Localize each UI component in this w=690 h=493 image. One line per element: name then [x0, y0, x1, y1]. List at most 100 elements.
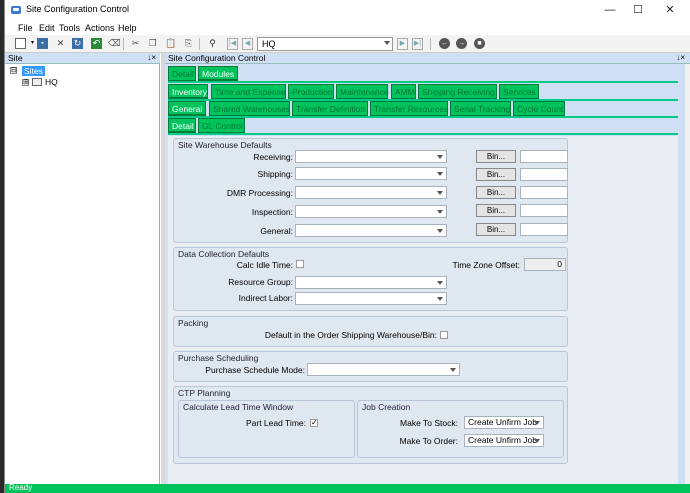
tab-modules[interactable]: Modules	[198, 66, 238, 81]
general-bin-field[interactable]	[520, 223, 568, 236]
shipping-label: Shipping:	[257, 169, 293, 179]
tree-node-sites[interactable]: Sites	[22, 66, 45, 76]
dmr-processing-bin-field[interactable]	[520, 186, 568, 199]
minimize-button[interactable]: —	[595, 0, 625, 21]
tab-production[interactable]: Production	[288, 84, 334, 99]
calc-idle-time-label: Calc Idle Time:	[236, 260, 293, 270]
tab-serial-tracking[interactable]: Serial Tracking	[450, 101, 511, 116]
tab-general[interactable]: General	[168, 101, 206, 116]
tab-shipping-receiving[interactable]: Shipping Receiving	[418, 84, 497, 99]
paste-icon[interactable]: 📋	[165, 38, 176, 49]
resource-group-combo[interactable]	[295, 276, 447, 289]
maximize-button[interactable]: ☐	[623, 0, 653, 21]
save-icon[interactable]: ▪	[37, 38, 48, 49]
refresh-icon[interactable]: ↻	[72, 38, 83, 49]
general-bin-button[interactable]: Bin...	[476, 223, 516, 236]
close-button[interactable]: ✕	[655, 0, 685, 21]
tab-detail[interactable]: Detail	[168, 118, 196, 133]
group-title: Site Warehouse Defaults	[178, 140, 272, 150]
forward-icon[interactable]: →	[456, 38, 467, 49]
tab-detail[interactable]: Detail	[168, 66, 196, 81]
make-to-stock-combo[interactable]: Create Unfirm Job	[464, 416, 544, 429]
shipping-combo[interactable]	[295, 167, 447, 180]
cut-icon[interactable]: ✂	[130, 38, 141, 49]
time-zone-offset-label: Time Zone Offset:	[452, 260, 520, 270]
site-panel-header: Site ↓×	[5, 53, 160, 64]
shipping-bin-field[interactable]	[520, 168, 568, 181]
expand-icon[interactable]: ⊞	[22, 79, 29, 86]
main-panel-title: Site Configuration Control	[168, 53, 266, 63]
group-title: CTP Planning	[178, 388, 231, 398]
previous-record-icon[interactable]: ◀	[242, 38, 253, 50]
dmr-processing-bin-button[interactable]: Bin...	[476, 186, 516, 199]
first-record-icon[interactable]: |◀	[227, 38, 238, 50]
time-zone-offset-field[interactable]: 0	[524, 258, 566, 271]
main-body: Detail Modules Inventory Time and Expens…	[165, 64, 685, 484]
back-icon[interactable]: ←	[439, 38, 450, 49]
copy-icon[interactable]: ❐	[147, 38, 158, 49]
calc-idle-time-checkbox[interactable]	[296, 260, 304, 268]
tab-transfer-resources[interactable]: Transfer Resources	[370, 101, 448, 116]
menu-help[interactable]: Help	[118, 23, 137, 33]
receiving-bin-field[interactable]	[520, 150, 568, 163]
main-panel-header: Site Configuration Control ↓×	[165, 53, 690, 64]
last-record-icon[interactable]: ▶|	[412, 38, 423, 50]
binoculars-icon[interactable]: ⚲	[207, 38, 218, 49]
indirect-labor-combo[interactable]	[295, 292, 447, 305]
app-icon	[11, 6, 21, 14]
site-panel: Site ↓× ⊟ Sites ⊞ HQ	[5, 53, 160, 484]
tab-underline	[168, 133, 678, 135]
receiving-combo[interactable]	[295, 150, 447, 163]
delete-icon[interactable]: ✕	[55, 38, 66, 49]
menu-tools[interactable]: Tools	[59, 23, 80, 33]
record-search-value: HQ	[262, 39, 276, 49]
purchase-scheduling-group: Purchase Scheduling Purchase Schedule Mo…	[173, 351, 568, 382]
general-label: General:	[260, 226, 293, 236]
general-combo[interactable]	[295, 224, 447, 237]
menu-actions[interactable]: Actions	[85, 23, 115, 33]
tab-maintenance[interactable]: Maintenance	[336, 84, 389, 99]
group-title: Packing	[178, 318, 209, 328]
record-search-combo[interactable]: HQ	[257, 37, 393, 51]
tab-services[interactable]: Services	[499, 84, 539, 99]
lead-time-window-group: Calculate Lead Time Window Part Lead Tim…	[178, 400, 355, 458]
receiving-bin-button[interactable]: Bin...	[476, 150, 516, 163]
default-warehouse-bin-checkbox[interactable]	[440, 331, 448, 339]
tab-transfer-definition[interactable]: Transfer Definition	[292, 101, 368, 116]
group-title: Calculate Lead Time Window	[183, 402, 294, 412]
tab-cycle-count[interactable]: Cycle Count	[513, 101, 565, 116]
make-to-order-value: Create Unfirm Job	[468, 435, 537, 445]
tab-shared-warehouses[interactable]: Shared Warehouses	[209, 101, 290, 116]
tree-node-hq[interactable]: HQ	[45, 77, 58, 87]
make-to-stock-label: Make To Stock:	[400, 418, 458, 428]
make-to-order-combo[interactable]: Create Unfirm Job	[464, 434, 544, 447]
collapse-icon[interactable]: ⊟	[10, 67, 17, 74]
pin-icon[interactable]: ↓×	[147, 53, 156, 62]
next-record-icon[interactable]: ▶	[397, 38, 408, 50]
tab-time-and-expense[interactable]: Time and Expense	[211, 84, 286, 99]
stop-icon[interactable]: ■	[474, 38, 485, 49]
menu-file[interactable]: File	[18, 23, 33, 33]
new-icon[interactable]	[15, 38, 26, 49]
toolbar-separator	[123, 38, 124, 50]
part-lead-time-checkbox[interactable]: ✓	[310, 419, 318, 427]
tab-gl-control[interactable]: GL Control	[198, 118, 245, 133]
clear-icon[interactable]: ⌫	[108, 38, 121, 49]
shipping-bin-button[interactable]: Bin...	[476, 168, 516, 181]
inspection-combo[interactable]	[295, 205, 447, 218]
attach-icon[interactable]: ⎘	[183, 38, 194, 49]
purchase-schedule-mode-combo[interactable]	[307, 363, 460, 376]
chevron-down-icon	[384, 41, 390, 45]
default-warehouse-bin-label: Default in the Order Shipping Warehouse/…	[264, 330, 437, 340]
ctp-planning-group: CTP Planning Calculate Lead Time Window …	[173, 386, 568, 464]
title-bar: Site Configuration Control — ☐ ✕	[5, 0, 690, 21]
menu-edit[interactable]: Edit	[39, 23, 55, 33]
inspection-bin-field[interactable]	[520, 204, 568, 217]
dmr-processing-combo[interactable]	[295, 186, 447, 199]
undo-icon[interactable]: ↶	[91, 38, 102, 49]
inspection-bin-button[interactable]: Bin...	[476, 204, 516, 217]
tab-amm[interactable]: AMM	[391, 84, 416, 99]
tab-inventory[interactable]: Inventory	[168, 84, 208, 99]
window-title: Site Configuration Control	[26, 4, 130, 14]
pin-icon[interactable]: ↓×	[676, 53, 685, 62]
